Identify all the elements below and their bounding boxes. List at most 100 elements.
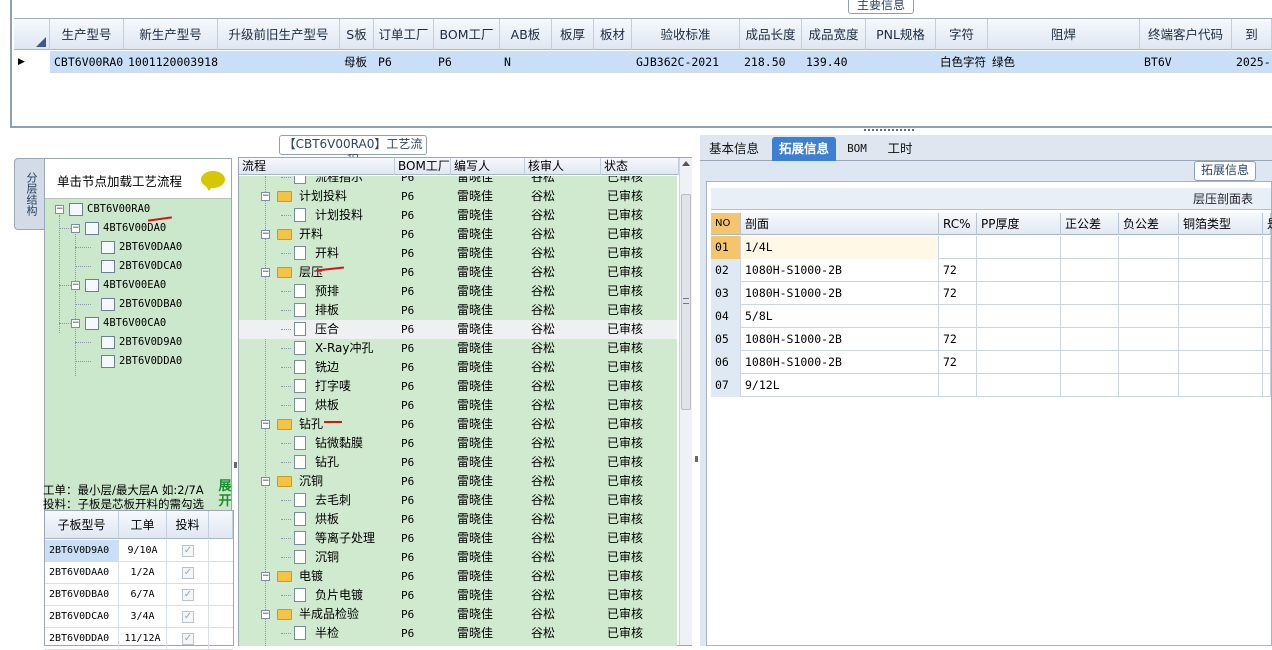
table-row[interactable]: 05 1080H-S1000-2B 72 (711, 328, 1271, 351)
process-row[interactable]: 流程指示 P6 雷晓佳 谷松 已审核 (239, 176, 677, 187)
process-row[interactable]: 去毛刺 P6 雷晓佳 谷松 已审核 (239, 491, 677, 510)
column-header[interactable]: 阻焊 (988, 19, 1140, 50)
column-header[interactable]: 板材 (594, 19, 632, 50)
column-header[interactable]: 终端客户代码 (1140, 19, 1232, 50)
process-row[interactable]: − 层压 P6 雷晓佳 谷松 已审核 (239, 263, 677, 282)
column-header[interactable]: 投料 (167, 511, 209, 539)
column-header[interactable]: 是 (1263, 213, 1272, 235)
process-row[interactable]: 压合 P6 雷晓佳 谷松 已审核 (239, 320, 677, 339)
tree-node-group[interactable]: 4BT6V00CA0 (103, 315, 166, 331)
splitter-handle-icon[interactable] (864, 129, 914, 134)
process-row[interactable]: X-Ray冲孔 P6 雷晓佳 谷松 已审核 (239, 339, 677, 358)
process-row[interactable]: 钻孔 P6 雷晓佳 谷松 已审核 (239, 453, 677, 472)
tree-expander-icon[interactable]: − (71, 281, 80, 290)
tree-expander-icon[interactable]: − (261, 477, 270, 486)
process-row[interactable]: − 沉铜 P6 雷晓佳 谷松 已审核 (239, 472, 677, 491)
tree-node-leaf[interactable]: 2BT6V0DBA0 (119, 296, 182, 312)
column-header[interactable]: 子板型号 (45, 511, 119, 539)
column-header[interactable]: BOM工厂 (434, 19, 500, 50)
table-row[interactable]: 2BT6V0D9A0 9/10A ✓ (45, 540, 233, 562)
column-header[interactable]: BOM工厂 (395, 158, 451, 175)
tree-node-leaf[interactable]: 2BT6V0DCA0 (119, 258, 182, 274)
table-row[interactable]: 02 1080H-S1000-2B 72 (711, 259, 1271, 282)
process-row[interactable]: 预排 P6 雷晓佳 谷松 已审核 (239, 282, 677, 301)
process-row[interactable]: − 钻孔 P6 雷晓佳 谷松 已审核 (239, 415, 677, 434)
tree-expander-icon[interactable]: − (55, 205, 64, 214)
column-header[interactable]: 验收标准 (632, 19, 740, 50)
main-grid-row[interactable]: ▶ CBT6V00RA0 10011200039181 母板 P6 P6 N GJB362C-… (14, 51, 1272, 73)
tree-node-leaf[interactable]: 2BT6V0DAA0 (119, 239, 182, 255)
table-row[interactable]: 2BT6V0DBA0 6/7A ✓ (45, 584, 233, 606)
process-row[interactable]: 打字唛 P6 雷晓佳 谷松 已审核 (239, 377, 677, 396)
tree-expander-icon[interactable]: − (71, 319, 80, 328)
tree-expander-icon[interactable]: − (261, 610, 270, 619)
process-grid[interactable]: 流程 BOM工厂 编写人 核审人 状态 流程指示 P6 雷晓佳 谷松 已审核 − 计划投料 P6 雷晓佳… (238, 157, 692, 646)
process-row[interactable]: 排板 P6 雷晓佳 谷松 已审核 (239, 301, 677, 320)
table-row[interactable]: 2BT6V0DAA0 1/2A ✓ (45, 562, 233, 584)
sub-board-grid[interactable]: 子板型号 工单 投料 2BT6V0D9A0 9/10A ✓ 2BT6V0DAA0 1/2A ✓ 2… (44, 510, 234, 650)
tree-node-leaf[interactable]: 2BT6V0DDA0 (119, 353, 182, 369)
column-header[interactable]: 流程 (239, 158, 395, 175)
column-header[interactable]: 铜箔类型 (1179, 213, 1263, 235)
process-row[interactable]: 沉铜 P6 雷晓佳 谷松 已审核 (239, 548, 677, 567)
tree-expander-icon[interactable]: − (261, 192, 270, 201)
column-header[interactable]: AB板 (500, 19, 552, 50)
column-header[interactable]: 生产型号 (50, 19, 124, 50)
column-header[interactable]: 正公差 (1061, 213, 1119, 235)
row-selector-icon[interactable]: ▶ (14, 51, 50, 73)
tree-node-root[interactable]: CBT6V00RA0 (87, 201, 150, 217)
tab-bom[interactable]: BOM (840, 137, 874, 161)
column-header[interactable]: S板 (340, 19, 374, 50)
tree-expander-icon[interactable]: − (71, 224, 80, 233)
feed-checkbox[interactable]: ✓ (182, 589, 194, 601)
column-header[interactable]: 订单工厂 (374, 19, 434, 50)
feed-checkbox[interactable]: ✓ (182, 567, 194, 579)
tree-expander-icon[interactable]: − (261, 268, 270, 277)
feed-checkbox[interactable]: ✓ (182, 545, 194, 557)
process-row[interactable]: − 开料 P6 雷晓佳 谷松 已审核 (239, 225, 677, 244)
column-header[interactable]: 核审人 (525, 158, 601, 175)
column-header[interactable]: 编写人 (451, 158, 525, 175)
process-row[interactable]: 烘板 P6 雷晓佳 谷松 已审核 (239, 510, 677, 529)
process-row[interactable]: 计划投料 P6 雷晓佳 谷松 已审核 (239, 206, 677, 225)
process-vertical-scrollbar[interactable] (679, 158, 692, 645)
process-row[interactable]: 负片电镀 P6 雷晓佳 谷松 已审核 (239, 586, 677, 605)
tab-basic-info[interactable]: 基本信息 (702, 137, 766, 161)
column-header[interactable]: 负公差 (1119, 213, 1179, 235)
scroll-up-arrow-icon[interactable] (682, 161, 690, 166)
process-row[interactable]: 开料 P6 雷晓佳 谷松 已审核 (239, 244, 677, 263)
column-header[interactable]: 板厚 (552, 19, 594, 50)
splitter-grip-icon[interactable] (695, 456, 698, 462)
column-header[interactable]: 状态 (601, 158, 679, 175)
column-header[interactable]: PP厚度 (977, 213, 1061, 235)
column-header[interactable]: RC% (939, 213, 977, 235)
feed-checkbox[interactable]: ✓ (182, 633, 194, 645)
table-row[interactable]: 04 5/8L (711, 305, 1271, 328)
process-row[interactable]: 等离子处理 P6 雷晓佳 谷松 已审核 (239, 529, 677, 548)
tree-expander-icon[interactable]: − (261, 420, 270, 429)
column-header[interactable]: NO (711, 213, 741, 235)
process-row[interactable]: 钻微黏膜 P6 雷晓佳 谷松 已审核 (239, 434, 677, 453)
column-header[interactable]: 新生产型号 (124, 19, 218, 50)
table-row[interactable]: 2BT6V0DCA0 3/4A ✓ (45, 606, 233, 628)
table-row[interactable]: 03 1080H-S1000-2B 72 (711, 282, 1271, 305)
column-header[interactable]: 剖面 (741, 213, 939, 235)
table-row[interactable]: 07 9/12L (711, 374, 1271, 397)
tree-node-group[interactable]: 4BT6V00EA0 (103, 277, 166, 293)
process-row[interactable]: 铣边 P6 雷晓佳 谷松 已审核 (239, 358, 677, 377)
process-row[interactable]: − 计划投料 P6 雷晓佳 谷松 已审核 (239, 187, 677, 206)
column-header[interactable]: 升级前旧生产型号 (218, 19, 340, 50)
main-info-grid[interactable]: 生产型号 新生产型号 升级前旧生产型号 S板 订单工厂 BOM工厂 AB板 板厚 板材 验收标准 成… (14, 18, 1272, 126)
column-header[interactable]: 成品宽度 (802, 19, 866, 50)
expand-button[interactable]: 展开 (217, 479, 233, 511)
tree-expander-icon[interactable]: − (261, 230, 270, 239)
table-row[interactable]: 01 1/4L (711, 236, 1271, 259)
column-header[interactable]: PNL规格 (866, 19, 936, 50)
process-row[interactable]: 烘板 P6 雷晓佳 谷松 已审核 (239, 396, 677, 415)
process-grid-body[interactable]: 流程指示 P6 雷晓佳 谷松 已审核 − 计划投料 P6 雷晓佳 谷松 已审核 计划投料 P6 雷晓佳 谷松… (239, 176, 677, 646)
tab-layer-structure[interactable]: 分层结构 (14, 158, 44, 230)
tree-node-leaf[interactable]: 2BT6V0D9A0 (119, 334, 182, 350)
process-row[interactable]: − 半成品检验 P6 雷晓佳 谷松 已审核 (239, 605, 677, 624)
feed-checkbox[interactable]: ✓ (182, 611, 194, 623)
column-header[interactable]: 工单 (119, 511, 167, 539)
